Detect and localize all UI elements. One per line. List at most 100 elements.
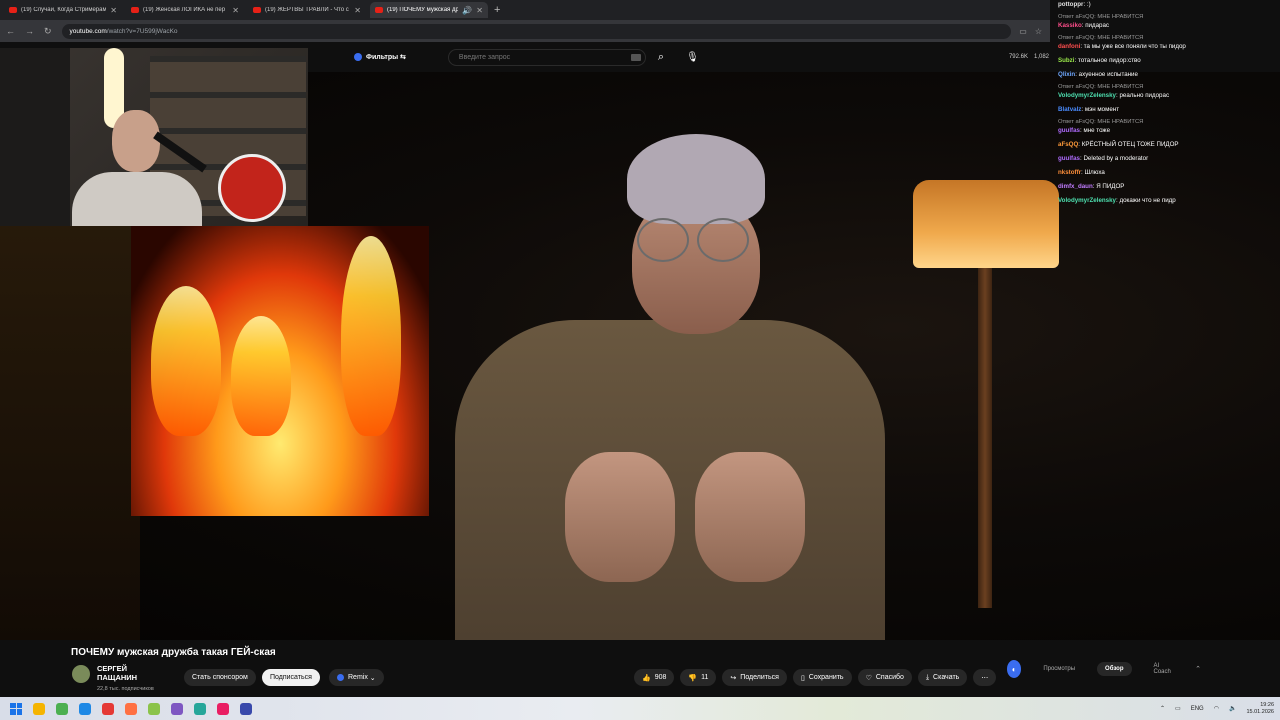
chat-username[interactable]: guulfas [1058, 155, 1080, 162]
close-icon[interactable]: ✕ [110, 6, 117, 15]
panel-extension-icon[interactable]: ◐ [1007, 660, 1022, 678]
glasses-lens [637, 218, 689, 262]
keyboard-icon[interactable] [630, 53, 641, 61]
chat-username[interactable]: Blatvalz [1058, 106, 1081, 113]
youtube-icon [253, 7, 261, 13]
network-icon[interactable]: ▭ [1175, 705, 1181, 712]
forward-icon[interactable]: → [25, 26, 34, 36]
new-tab-button[interactable]: + [494, 4, 500, 16]
browser-tab[interactable]: (19) Женская ЛОГИКА не пер ✕ [126, 2, 244, 18]
action-bar: 👍 908 👎 11 ↪ Поделиться ▯ Сохранить ♡ Спасибо… [634, 669, 997, 686]
volume-icon[interactable]: 🔈 [1229, 705, 1236, 712]
chat-text: КРЁСТНЫЙ ОТЕЦ ТОЖЕ ПИДОР [1081, 141, 1179, 148]
search-icon[interactable]: ⌕ [658, 51, 664, 64]
streamer-head [112, 110, 160, 172]
speaker-icon: 🔊 [462, 5, 473, 15]
count-stat: 1,082 [1033, 54, 1049, 60]
taskbar-app-icon[interactable] [194, 702, 206, 715]
url-field[interactable]: youtube.com/watch?v=7U599jWacKo [61, 23, 1012, 39]
chat-text: Я ПИДОР [1096, 183, 1125, 190]
share-button[interactable]: ↪ Поделиться [722, 669, 787, 686]
filters-button[interactable]: Фильтры ⇆ [354, 53, 406, 61]
tab-views[interactable]: Просмотры [1035, 662, 1083, 676]
youtube-icon [131, 7, 139, 13]
like-button[interactable]: 👍 908 [634, 669, 675, 686]
clock-date: 15.01.2026 [1246, 708, 1274, 715]
thumbs-down-icon: 👎 [688, 674, 698, 682]
chat-message: guulfas: Deleted by a moderator [1058, 154, 1280, 163]
taskbar-app-icon[interactable] [33, 702, 45, 715]
taskbar-app-icon[interactable] [148, 702, 160, 715]
windows-start-icon[interactable] [10, 702, 22, 715]
taskbar-app-icon[interactable] [217, 702, 229, 715]
search-input[interactable]: Введите запрос [447, 48, 646, 66]
save-button[interactable]: ▯ Сохранить [792, 669, 852, 686]
chat-text: та мы уже все поняли что ты пидор [1083, 43, 1186, 50]
close-icon[interactable]: ✕ [232, 6, 239, 15]
taskbar-app-icon[interactable] [79, 702, 91, 715]
chat-username[interactable]: pottoppr [1058, 1, 1083, 8]
remix-button[interactable]: Remix ⌄ [329, 669, 384, 686]
taskbar-app-icon[interactable] [171, 702, 183, 715]
chat-username[interactable]: VolodymyrZelensky [1058, 197, 1116, 204]
reload-icon[interactable]: ↻ [44, 26, 52, 37]
chat-username[interactable]: Qlixin [1058, 71, 1075, 78]
chat-username[interactable]: guulfas [1058, 127, 1080, 134]
cast-icon[interactable]: ▭ [1019, 27, 1027, 36]
flame-shape [341, 236, 401, 436]
chevron-up-icon[interactable]: ⌃ [1160, 705, 1165, 712]
channel-name[interactable]: СЕРГЕЙ ПАЩАНИН [97, 664, 157, 682]
more-actions-button[interactable]: ⋯ [973, 669, 997, 686]
browser-tab-active[interactable]: (19) ПОЧЕМУ мужская др 🔊 ✕ [370, 2, 488, 18]
browser-tab[interactable]: (19) Случаи, Когда Стримерам ✕ [4, 2, 122, 18]
youtube-icon [375, 7, 383, 13]
share-label: Поделиться [740, 674, 779, 681]
channel-avatar[interactable] [72, 665, 90, 683]
side-panel-tabs: ◐ Просмотры Обзор AI Coach ⌃ [1005, 658, 1201, 680]
chat-username[interactable]: danfoni [1058, 43, 1080, 50]
bookmark-star-icon[interactable]: ☆ [1035, 27, 1042, 36]
taskbar-app-icon[interactable] [125, 702, 137, 715]
tab-ai-coach[interactable]: AI Coach [1146, 659, 1182, 679]
chat-username[interactable]: VolodymyrZelensky [1058, 92, 1116, 99]
extension-icon [354, 53, 362, 61]
tab-overview[interactable]: Обзор [1097, 662, 1132, 676]
chat-username[interactable]: nkstoffr [1058, 169, 1081, 176]
presenter [455, 132, 885, 640]
wifi-icon[interactable]: ◠ [1214, 705, 1219, 712]
tab-title: (19) ЖЕРТВЫ ТРАВЛИ - Что с [265, 7, 349, 13]
sponsor-button[interactable]: Стать спонсором [184, 669, 256, 686]
close-icon[interactable]: ✕ [354, 6, 361, 15]
microphone-icon[interactable]: 🎙 [686, 52, 699, 63]
bookmark-icon: ▯ [800, 674, 805, 682]
subscribe-button[interactable]: Подписаться [262, 669, 320, 686]
chat-text: мэн момент [1084, 106, 1120, 113]
thumbs-up-icon: 👍 [642, 674, 651, 682]
browser-tab[interactable]: (19) ЖЕРТВЫ ТРАВЛИ - Что с ✕ [248, 2, 366, 18]
download-button[interactable]: ⤓ Скачать [917, 669, 968, 686]
chat-text: :) [1086, 1, 1091, 8]
chat-message: Blatvalz: мэн момент [1058, 105, 1280, 114]
chat-message: VolodymyrZelensky: реально пидорас [1058, 91, 1280, 100]
thanks-button[interactable]: ♡ Спасибо [857, 669, 912, 686]
taskbar-app-icon[interactable] [240, 702, 252, 715]
clock[interactable]: 19:26 15.01.2026 [1246, 702, 1274, 716]
taskbar-app-icon[interactable] [56, 702, 68, 715]
back-icon[interactable]: ← [6, 26, 15, 36]
presenter-hand [695, 452, 805, 582]
chat-username[interactable]: dimfx_daun [1058, 183, 1093, 190]
chat-text: пидарас [1085, 22, 1110, 29]
chat-username[interactable]: aFsQQ [1058, 141, 1078, 148]
chat-username[interactable]: Kassiko [1058, 22, 1082, 29]
chat-message: dimfx_daun: Я ПИДОР [1058, 182, 1280, 191]
background-glow [0, 222, 140, 640]
chat-message: nkstoffr: Шлюха [1058, 168, 1280, 177]
chat-text: реально пидорас [1119, 92, 1170, 99]
views-stat: 792.6K [1008, 54, 1028, 60]
chevron-up-icon[interactable]: ⌃ [1195, 665, 1201, 673]
dislike-button[interactable]: 👎 11 [680, 669, 717, 686]
taskbar-app-icon[interactable] [102, 702, 114, 715]
language-indicator[interactable]: ENG [1191, 706, 1204, 712]
close-icon[interactable]: ✕ [476, 6, 483, 15]
chat-username[interactable]: Subzi [1058, 57, 1075, 64]
